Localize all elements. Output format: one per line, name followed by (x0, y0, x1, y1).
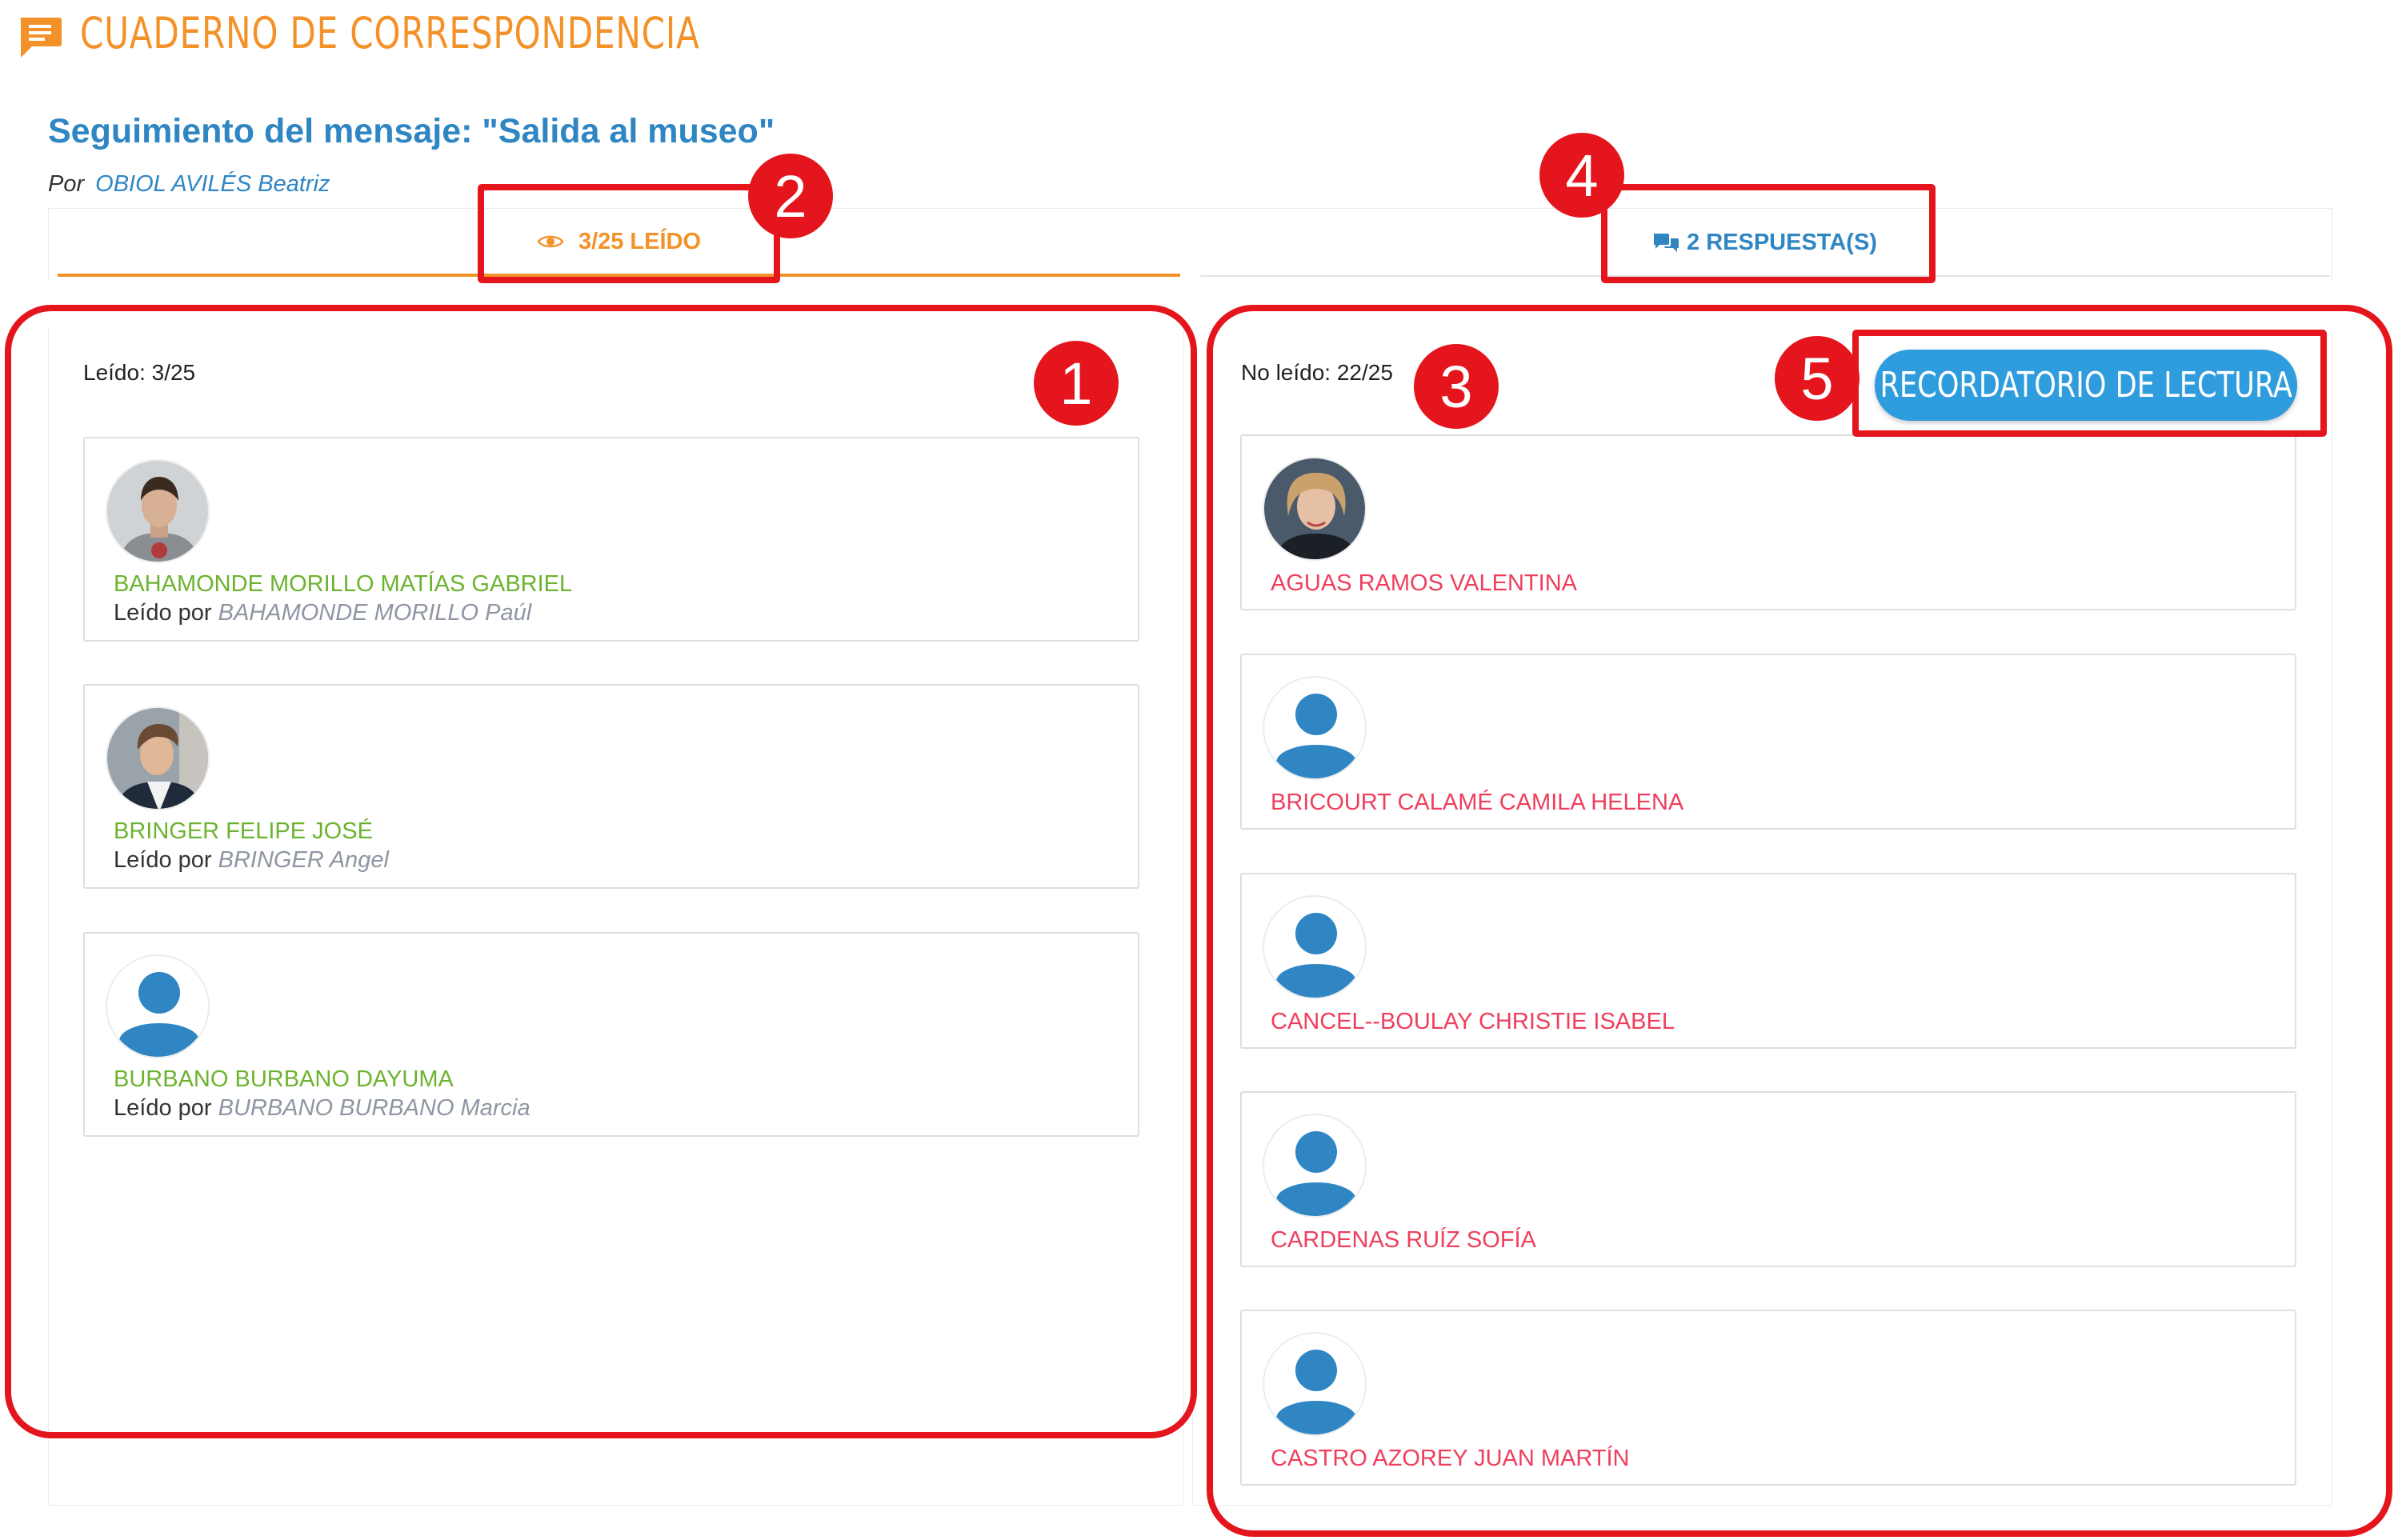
highlight-read-panel (5, 305, 1197, 1438)
annotation-badge-3: 3 (1414, 344, 1499, 429)
annotation-badge-2: 2 (748, 154, 833, 238)
app-title: CUADERNO DE CORRESPONDENCIA (80, 8, 700, 58)
highlight-replies-tab (1601, 184, 1936, 283)
author-name[interactable]: OBIOL AVILÉS Beatriz (95, 171, 330, 197)
message-title: Seguimiento del mensaje: "Salida al muse… (48, 112, 775, 150)
author-label: Por (48, 171, 85, 197)
message-author: Por OBIOL AVILÉS Beatriz (48, 171, 330, 198)
highlight-unread-panel (1207, 305, 2392, 1537)
annotation-badge-5: 5 (1775, 336, 1860, 421)
annotation-badge-4: 4 (1539, 133, 1624, 218)
highlight-reminder-button (1852, 330, 2327, 437)
chat-bubble-icon (20, 18, 62, 58)
highlight-read-tab (478, 184, 780, 283)
annotation-badge-1: 1 (1034, 341, 1119, 426)
